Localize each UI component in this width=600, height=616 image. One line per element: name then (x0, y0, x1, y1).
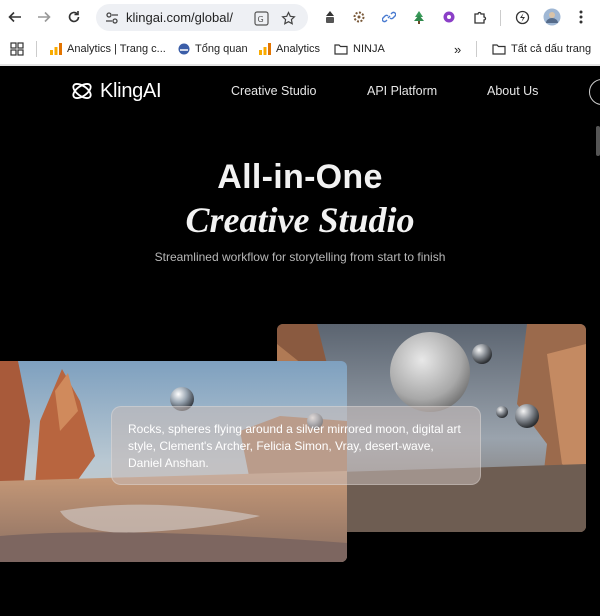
bookmark-divider (476, 41, 477, 57)
folder-icon (492, 43, 506, 55)
performance-icon[interactable] (513, 8, 531, 26)
site-settings-icon[interactable] (104, 10, 120, 26)
page-scrollbar[interactable] (596, 126, 600, 156)
analytics-icon (259, 43, 271, 55)
profile-avatar[interactable] (543, 8, 561, 26)
address-bar[interactable]: klingai.com/global/ G (96, 4, 308, 31)
apps-grid-button[interactable] (10, 41, 24, 57)
star-icon[interactable] (280, 10, 296, 26)
overflow-chevron: » (454, 41, 462, 57)
bookmark-item[interactable]: Tổng quan (178, 41, 248, 57)
bookmark-divider (36, 41, 37, 57)
nav-creative-studio[interactable]: Creative Studio (231, 84, 316, 98)
webpage: KlingAI Creative Studio API Platform Abo… (0, 66, 600, 616)
extension-agent-icon[interactable] (321, 8, 339, 26)
kling-logo-icon (72, 83, 92, 99)
extensions-puzzle-icon[interactable] (471, 8, 489, 26)
prompt-text: Rocks, spheres flying around a silver mi… (128, 422, 461, 470)
prompt-card: Rocks, spheres flying around a silver mi… (111, 406, 481, 485)
bookmark-item[interactable]: Analytics | Trang c... (50, 41, 166, 57)
hero-title: All-in-One (217, 158, 383, 196)
apps-grid-icon (10, 42, 24, 56)
arrow-right-icon (38, 11, 51, 23)
back-button[interactable] (5, 7, 25, 27)
forward-button[interactable] (34, 7, 54, 27)
translate-icon[interactable]: G (253, 10, 269, 26)
svg-text:G: G (257, 15, 263, 24)
menu-kebab-icon[interactable] (572, 8, 590, 26)
extension-link-icon[interactable] (380, 8, 398, 26)
nav-api-platform[interactable]: API Platform (367, 84, 437, 98)
bookmark-folder[interactable]: NINJA (334, 41, 385, 57)
browser-toolbar: klingai.com/global/ G (0, 0, 600, 34)
bookmark-label: NINJA (353, 43, 385, 55)
hero-title-accent: Creative Studio (185, 200, 415, 240)
browser-chrome: klingai.com/global/ G Analytics | Trang … (0, 0, 600, 66)
brand-name: KlingAI (100, 79, 162, 102)
extension-gear-icon[interactable] (350, 8, 368, 26)
arrow-left-icon (8, 11, 21, 23)
bookmark-label: Analytics (276, 43, 321, 55)
overview-icon (178, 43, 190, 55)
extension-tree-icon[interactable] (410, 8, 428, 26)
hero-subtitle: Streamlined workflow for storytelling fr… (154, 250, 446, 264)
folder-icon (334, 43, 348, 55)
reload-icon (68, 11, 80, 23)
site-logo[interactable]: KlingAI (70, 79, 162, 103)
bookmarks-bar: Analytics | Trang c... Tổng quan Analyti… (0, 34, 600, 64)
extension-flower-icon[interactable] (440, 8, 458, 26)
all-bookmarks-folder[interactable]: Tất cả dấu trang (492, 41, 591, 57)
url-text: klingai.com/global/ (126, 10, 233, 25)
nav-about-us[interactable]: About Us (487, 84, 538, 98)
bookmarks-overflow-button[interactable]: » (454, 41, 461, 57)
bookmark-label: Analytics | Trang c... (67, 43, 166, 55)
all-bookmarks-label: Tất cả dấu trang (511, 43, 592, 55)
reload-button[interactable] (64, 7, 84, 27)
analytics-icon (50, 43, 62, 55)
bookmark-label: Tổng quan (195, 43, 248, 55)
bookmark-item[interactable]: Analytics (259, 41, 320, 57)
toolbar-divider (500, 10, 501, 26)
nav-action-button[interactable] (589, 79, 600, 105)
